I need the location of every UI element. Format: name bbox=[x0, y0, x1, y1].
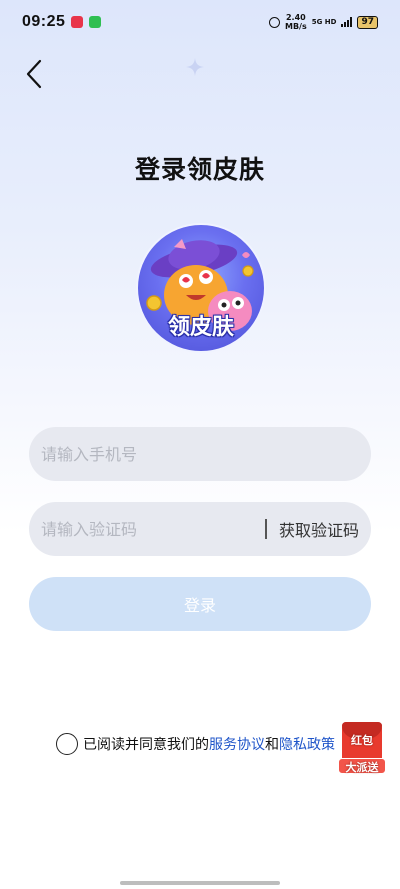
status-indicators: 2.40 MB/s 5G HD 97 bbox=[268, 13, 378, 31]
app-logo: 领皮肤 bbox=[136, 223, 266, 353]
red-packet-promo-button[interactable]: 红包 大派送 bbox=[336, 718, 388, 780]
verification-code-input[interactable] bbox=[41, 519, 266, 539]
agreement-row: 已阅读并同意我们的 服务协议 和 隐私政策 bbox=[56, 732, 335, 756]
logo-label: 领皮肤 bbox=[167, 315, 234, 340]
service-agreement-link[interactable]: 服务协议 bbox=[209, 734, 265, 754]
verification-code-field[interactable]: 获取验证码 bbox=[29, 502, 371, 556]
home-indicator[interactable] bbox=[120, 881, 280, 885]
page-title: 登录领皮肤 bbox=[134, 155, 265, 184]
notification-app-icon bbox=[71, 16, 84, 28]
agreement-prefix: 已阅读并同意我们的 bbox=[83, 737, 209, 753]
network-speed-unit: MB/s bbox=[284, 22, 307, 31]
phone-field[interactable] bbox=[29, 427, 371, 481]
red-packet-line1: 红包 bbox=[351, 734, 373, 747]
network-speed: 2.40 MB/s bbox=[285, 13, 307, 31]
alarm-clock-icon bbox=[268, 16, 280, 28]
phone-input[interactable] bbox=[41, 444, 359, 464]
get-code-button[interactable]: 获取验证码 bbox=[279, 517, 359, 541]
network-type: 5G HD bbox=[311, 18, 337, 26]
login-button[interactable]: 登录 bbox=[29, 577, 371, 631]
battery-level: 97 bbox=[361, 16, 374, 27]
back-button[interactable] bbox=[18, 56, 50, 92]
battery-icon: 97 bbox=[357, 15, 378, 29]
agreement-conjunction: 和 bbox=[265, 737, 279, 753]
chevron-left-icon bbox=[26, 59, 42, 89]
agreement-checkbox[interactable] bbox=[56, 733, 78, 755]
status-bar: 09:25 2.40 MB/s 5G HD 97 bbox=[0, 0, 400, 44]
sparkle-icon bbox=[186, 58, 204, 76]
red-packet-label: 红包 大派送 bbox=[336, 734, 388, 774]
status-time: 09:25 bbox=[22, 13, 66, 30]
privacy-policy-link[interactable]: 隐私政策 bbox=[279, 734, 335, 754]
red-packet-line2: 大派送 bbox=[345, 761, 379, 774]
field-divider bbox=[265, 519, 267, 539]
signal-icon bbox=[341, 17, 353, 27]
network-speed-value: 2.40 bbox=[285, 13, 306, 22]
notification-app-icon-2 bbox=[89, 16, 102, 28]
